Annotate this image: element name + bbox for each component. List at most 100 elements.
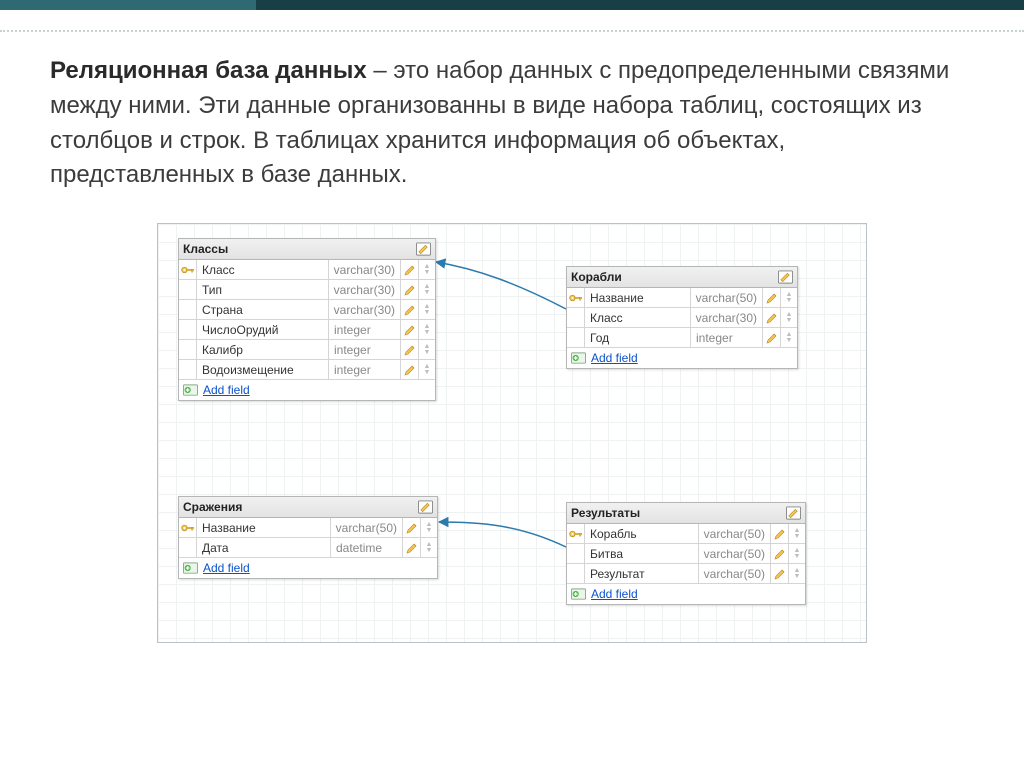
table-edit-icon[interactable] xyxy=(786,506,801,520)
field-name: Тип xyxy=(197,280,329,299)
field-row[interactable]: ЧислоОрудийinteger▲▼ xyxy=(179,320,435,340)
pencil-icon[interactable] xyxy=(401,340,419,359)
table-edit-icon[interactable] xyxy=(416,242,431,256)
field-name: Корабль xyxy=(585,524,699,543)
field-row[interactable]: Калибрinteger ▲▼ xyxy=(179,340,435,360)
table-header[interactable]: Сражения xyxy=(179,497,437,518)
reorder-handle[interactable]: ▲▼ xyxy=(781,288,797,307)
table-box-results[interactable]: Результаты Корабльvarchar(50)▲▼Битваvarc… xyxy=(566,502,806,605)
table-title: Результаты xyxy=(571,506,786,520)
table-box-battles[interactable]: Сражения Названиеvarchar(50)▲▼Датаdateti… xyxy=(178,496,438,579)
field-rows: Названиеvarchar(50)▲▼Классvarchar(30)▲▼Г… xyxy=(567,288,797,348)
field-row[interactable]: Классvarchar(30)▲▼ xyxy=(179,260,435,280)
pencil-icon[interactable] xyxy=(401,260,419,279)
table-title: Сражения xyxy=(183,500,418,514)
field-row[interactable]: Годinteger▲▼ xyxy=(567,328,797,348)
field-row[interactable]: Корабльvarchar(50) ▲▼ xyxy=(567,524,805,544)
primary-key-icon xyxy=(179,260,197,279)
table-box-ships[interactable]: Корабли Названиеvarchar(50)▲▼Классvarcha… xyxy=(566,266,798,369)
table-title: Корабли xyxy=(571,270,778,284)
add-field-row[interactable]: Add field xyxy=(567,584,805,604)
field-name: Название xyxy=(197,518,331,537)
add-field-link[interactable]: Add field xyxy=(203,561,250,575)
field-row[interactable]: Странаvarchar(30) ▲▼ xyxy=(179,300,435,320)
top-border-segment xyxy=(0,0,256,10)
key-cell-empty xyxy=(179,360,197,379)
pencil-icon[interactable] xyxy=(771,544,789,563)
pencil-icon[interactable] xyxy=(401,320,419,339)
field-type: datetime xyxy=(331,538,403,557)
add-field-row[interactable]: Add field xyxy=(179,380,435,400)
key-cell-empty xyxy=(179,340,197,359)
pencil-icon[interactable] xyxy=(771,564,789,583)
primary-key-icon xyxy=(567,524,585,543)
pencil-icon[interactable] xyxy=(401,360,419,379)
field-name: Дата xyxy=(197,538,331,557)
table-header[interactable]: Корабли xyxy=(567,267,797,288)
key-cell-empty xyxy=(567,544,585,563)
primary-key-icon xyxy=(179,518,197,537)
reorder-handle[interactable]: ▲▼ xyxy=(789,544,805,563)
field-type: integer xyxy=(329,340,401,359)
pencil-icon[interactable] xyxy=(763,288,781,307)
table-header[interactable]: Классы xyxy=(179,239,435,260)
field-type: varchar(50) xyxy=(331,518,403,537)
pencil-icon[interactable] xyxy=(763,328,781,347)
field-row[interactable]: Классvarchar(30)▲▼ xyxy=(567,308,797,328)
reorder-handle[interactable]: ▲▼ xyxy=(421,518,437,537)
reorder-handle[interactable]: ▲▼ xyxy=(789,524,805,543)
field-row[interactable]: Названиеvarchar(50)▲▼ xyxy=(567,288,797,308)
key-cell-empty xyxy=(567,328,585,347)
key-cell-empty xyxy=(179,300,197,319)
term-bold: Реляционная база данных xyxy=(50,57,367,84)
add-field-row[interactable]: Add field xyxy=(567,348,797,368)
pencil-icon[interactable] xyxy=(763,308,781,327)
field-name: Калибр xyxy=(197,340,329,359)
field-row[interactable]: Водоизмещениеinteger ▲▼ xyxy=(179,360,435,380)
reorder-handle[interactable]: ▲▼ xyxy=(419,260,435,279)
field-type: varchar(50) xyxy=(699,544,771,563)
table-header[interactable]: Результаты xyxy=(567,503,805,524)
key-cell-empty xyxy=(567,564,585,583)
field-row[interactable]: Названиеvarchar(50) ▲▼ xyxy=(179,518,437,538)
pencil-icon[interactable] xyxy=(401,300,419,319)
field-type: varchar(30) xyxy=(329,300,401,319)
pencil-icon[interactable] xyxy=(403,538,421,557)
field-name: Страна xyxy=(197,300,329,319)
pencil-icon[interactable] xyxy=(401,280,419,299)
pencil-icon[interactable] xyxy=(771,524,789,543)
reorder-handle[interactable]: ▲▼ xyxy=(419,280,435,299)
add-field-icon xyxy=(571,588,586,600)
field-type: varchar(30) xyxy=(329,280,401,299)
reorder-handle[interactable]: ▲▼ xyxy=(419,360,435,379)
reorder-handle[interactable]: ▲▼ xyxy=(419,320,435,339)
reorder-handle[interactable]: ▲▼ xyxy=(421,538,437,557)
top-border-segment xyxy=(256,0,1024,10)
pencil-icon[interactable] xyxy=(403,518,421,537)
field-row[interactable]: Датаdatetime ▲▼ xyxy=(179,538,437,558)
key-cell-empty xyxy=(567,308,585,327)
field-name: Водоизмещение xyxy=(197,360,329,379)
add-field-link[interactable]: Add field xyxy=(591,351,638,365)
add-field-link[interactable]: Add field xyxy=(591,587,638,601)
field-row[interactable]: Битваvarchar(50)▲▼ xyxy=(567,544,805,564)
add-field-row[interactable]: Add field xyxy=(179,558,437,578)
reorder-handle[interactable]: ▲▼ xyxy=(789,564,805,583)
field-type: varchar(50) xyxy=(699,524,771,543)
field-row[interactable]: Типvarchar(30) ▲▼ xyxy=(179,280,435,300)
reorder-handle[interactable]: ▲▼ xyxy=(419,300,435,319)
field-row[interactable]: Результатvarchar(50)▲▼ xyxy=(567,564,805,584)
add-field-link[interactable]: Add field xyxy=(203,383,250,397)
reorder-handle[interactable]: ▲▼ xyxy=(781,308,797,327)
field-name: Результат xyxy=(585,564,699,583)
table-edit-icon[interactable] xyxy=(778,270,793,284)
field-type: integer xyxy=(329,360,401,379)
field-rows: Классvarchar(30)▲▼Типvarchar(30)▲▼Страна… xyxy=(179,260,435,380)
table-box-classes[interactable]: Классы Классvarchar(30)▲▼Типvarchar(30) ▲… xyxy=(178,238,436,401)
field-name: Название xyxy=(585,288,691,307)
field-name: ЧислоОрудий xyxy=(197,320,329,339)
reorder-handle[interactable]: ▲▼ xyxy=(781,328,797,347)
reorder-handle[interactable]: ▲▼ xyxy=(419,340,435,359)
content-area: Реляционная база данных – это набор данн… xyxy=(0,34,1024,643)
table-edit-icon[interactable] xyxy=(418,500,433,514)
